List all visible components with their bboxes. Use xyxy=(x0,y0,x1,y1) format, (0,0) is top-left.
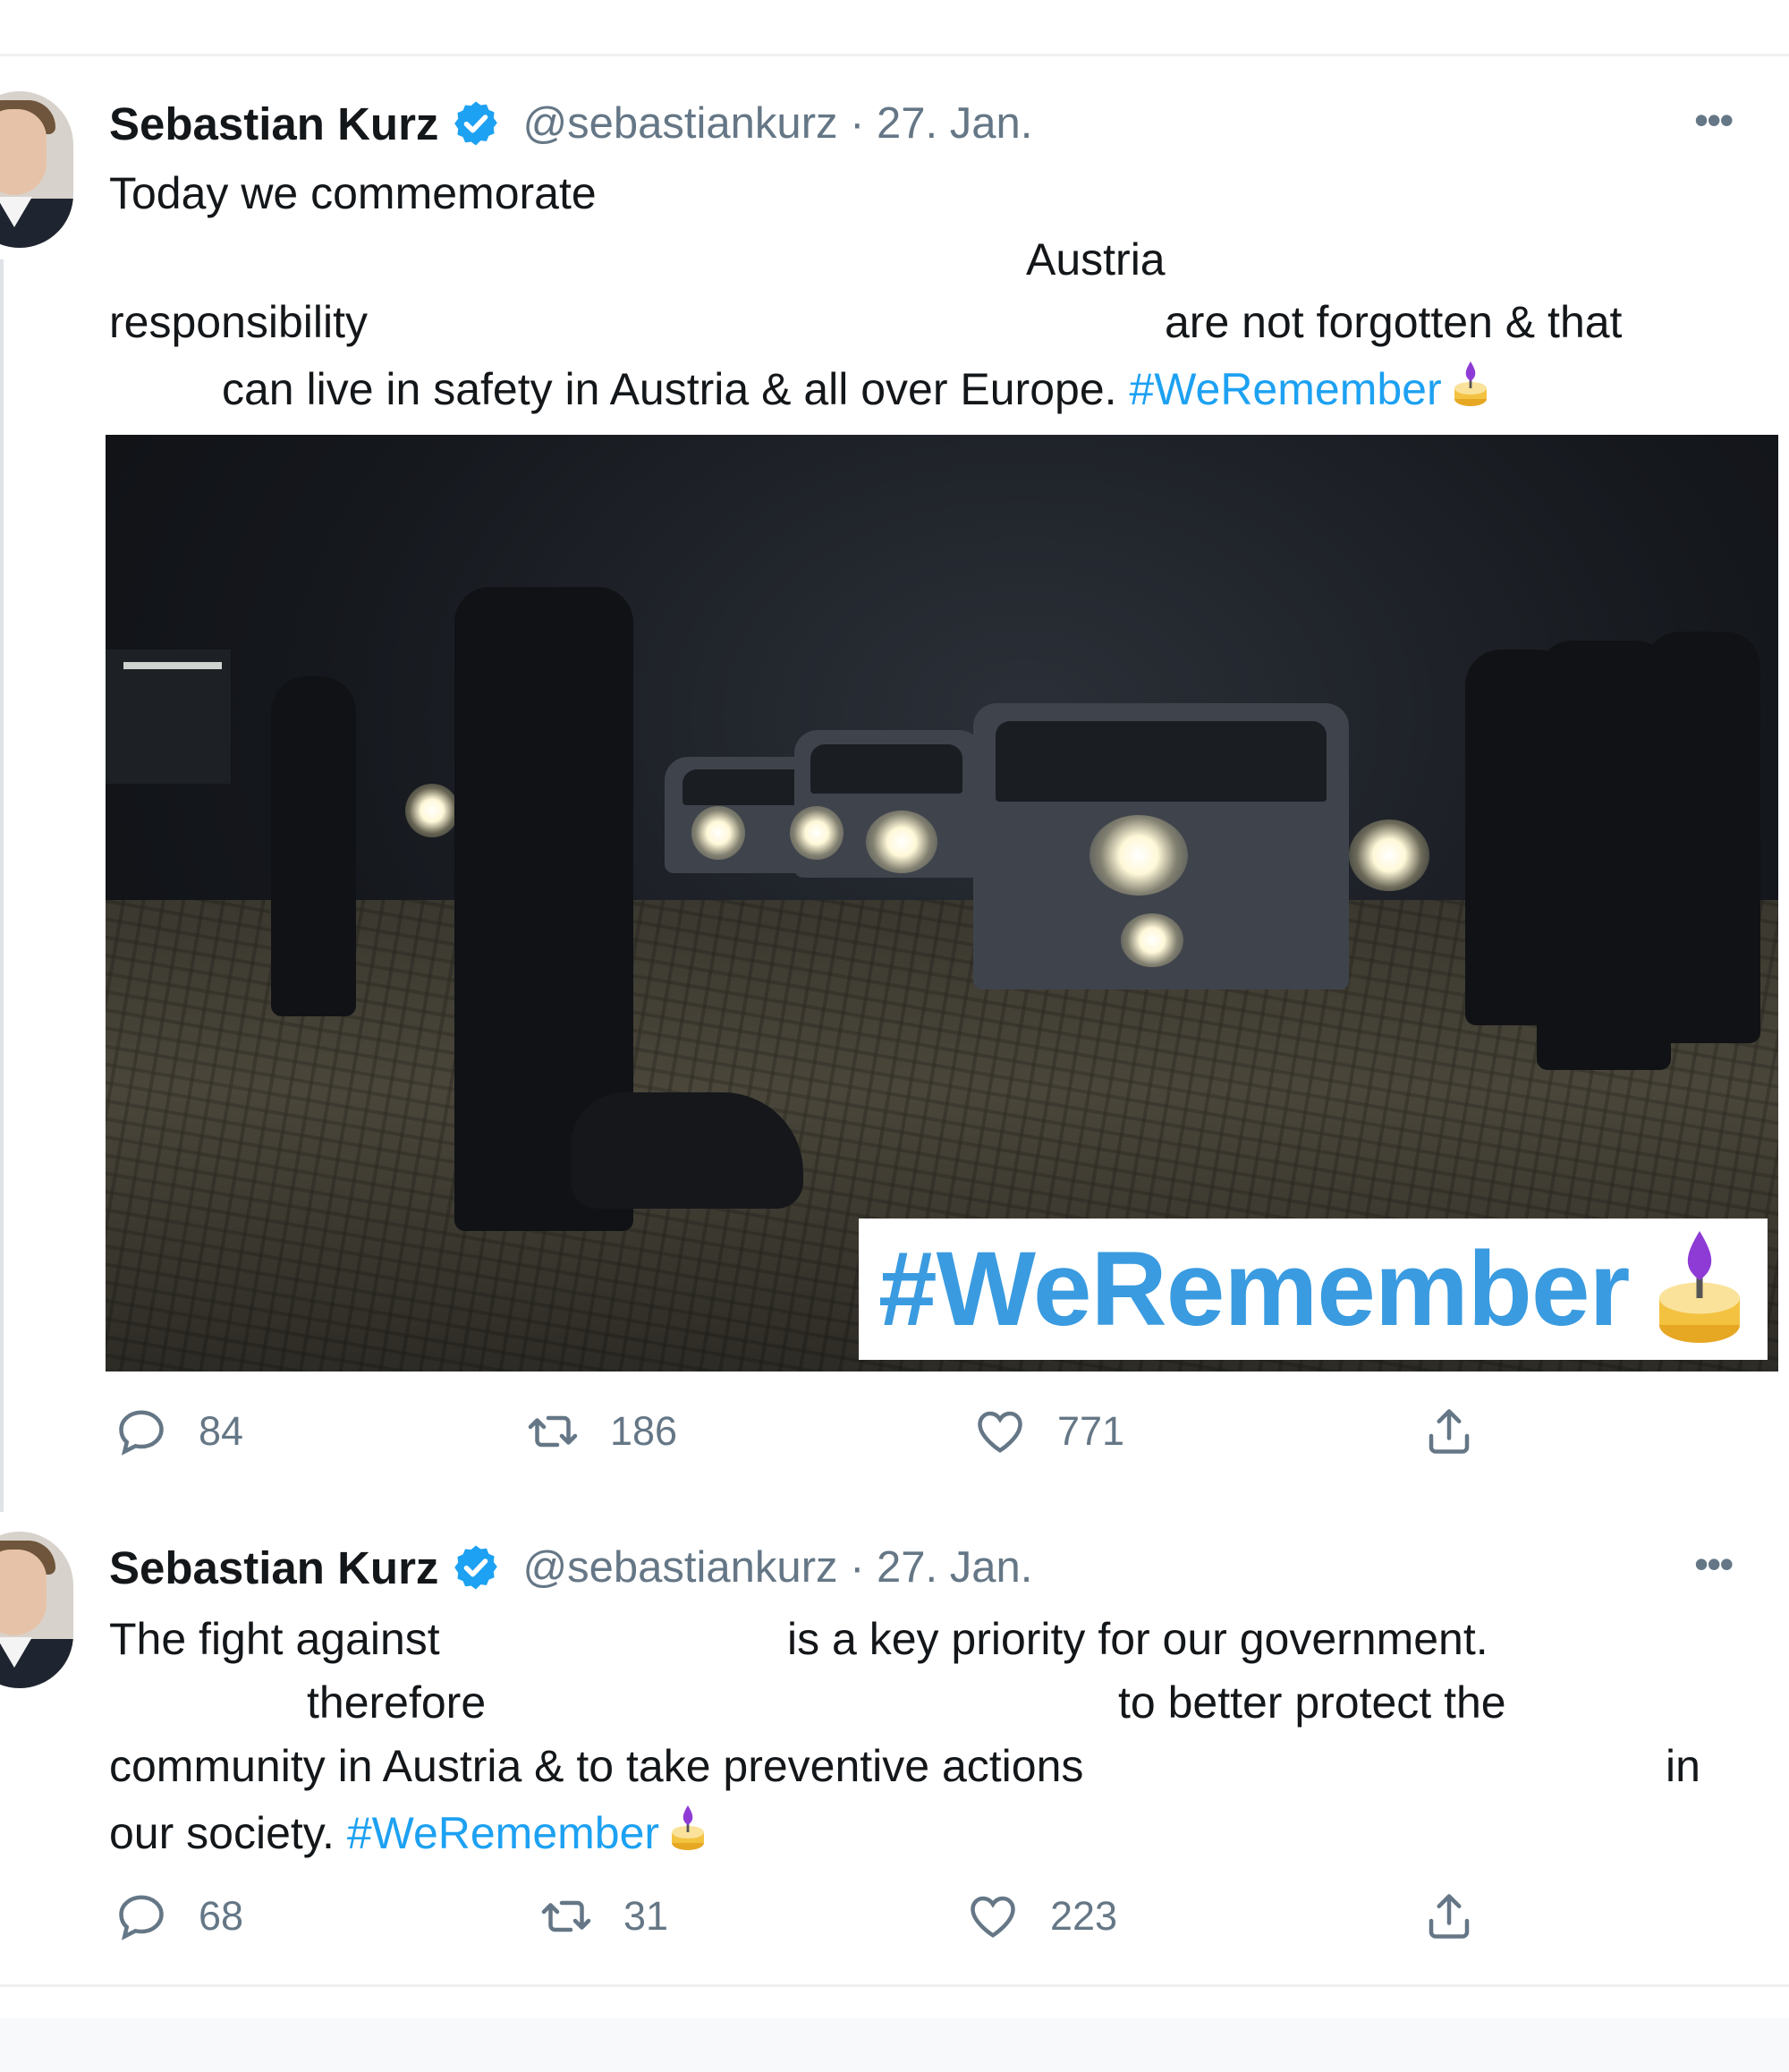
tweet-text-line: our society. #WeRemember xyxy=(109,1804,708,1860)
heart-icon xyxy=(978,1411,1022,1453)
like-count: 223 xyxy=(1050,1893,1118,1939)
share-button[interactable] xyxy=(1422,1889,1506,1943)
more-options-icon[interactable]: ••• xyxy=(1694,1543,1734,1584)
reply-icon xyxy=(119,1410,164,1456)
like-button[interactable]: 771 xyxy=(973,1405,1124,1458)
tweet-text-fragment: are not forgotten & that xyxy=(1165,297,1623,347)
handle-and-date[interactable]: @sebastiankurz · 27. Jan. xyxy=(522,98,1032,149)
tweet-text-fragment: Austria xyxy=(1026,234,1166,284)
verified-badge-icon xyxy=(454,101,498,146)
headlight xyxy=(1349,819,1429,891)
handle-and-date[interactable]: @sebastiankurz · 27. Jan. xyxy=(522,1542,1032,1592)
avatar[interactable] xyxy=(0,1532,73,1688)
share-icon xyxy=(1429,1409,1470,1454)
hashtag-link[interactable]: #WeRemember xyxy=(1129,364,1441,414)
tweet-text-fragment: therefore xyxy=(307,1677,487,1728)
hashtag-link[interactable]: #WeRemember xyxy=(347,1808,659,1858)
bottom-divider xyxy=(0,1984,1789,1987)
tweet-text-line: Today we commemorate xyxy=(109,168,597,218)
reply-count: 68 xyxy=(199,1893,244,1939)
image-hashtag-overlay: #WeRemember xyxy=(859,1219,1768,1360)
headlight xyxy=(405,784,459,837)
dog-silhouette xyxy=(571,1092,803,1209)
officer xyxy=(1644,632,1760,1043)
officer xyxy=(271,676,356,1016)
thread-connector-line xyxy=(0,259,4,1512)
candle-emoji-icon xyxy=(672,1805,705,1850)
tweet-text-fragment: our society. xyxy=(109,1808,335,1858)
like-count: 771 xyxy=(1057,1408,1125,1454)
tweet-text-fragment: community in Austria & to take preventiv… xyxy=(109,1741,1084,1791)
share-icon xyxy=(1429,1894,1470,1939)
tweet-text-fragment: is a key priority for our government. xyxy=(787,1614,1488,1664)
reply-button[interactable]: 68 xyxy=(114,1889,243,1943)
more-options-icon[interactable]: ••• xyxy=(1694,99,1734,140)
heart-icon xyxy=(971,1896,1015,1938)
headlight xyxy=(790,806,844,860)
tweet-actions: 84 186 771 xyxy=(106,1405,1501,1476)
avatar[interactable] xyxy=(0,91,73,248)
author-name[interactable]: Sebastian Kurz xyxy=(109,1541,438,1594)
tweet-text-fragment: to better protect the xyxy=(1118,1677,1506,1728)
reply-button[interactable]: 84 xyxy=(114,1405,243,1458)
retweet-count: 186 xyxy=(610,1408,678,1454)
reply-icon xyxy=(119,1895,164,1940)
headlight xyxy=(691,806,745,860)
candle-emoji-icon xyxy=(1659,1231,1741,1343)
headlight xyxy=(1090,815,1188,896)
tweet-text-fragment: can live in safety in Austria & all over… xyxy=(222,364,1117,414)
author-name[interactable]: Sebastian Kurz xyxy=(109,98,438,150)
headlight xyxy=(866,811,937,873)
retweet-count: 31 xyxy=(623,1893,669,1939)
retweet-icon xyxy=(528,1415,578,1448)
candle-emoji-icon xyxy=(1454,361,1487,406)
tweet-text-fragment: responsibility xyxy=(109,297,369,347)
overlay-hashtag-text: #WeRemember xyxy=(878,1230,1630,1348)
tweet-text-fragment: The fight against xyxy=(109,1614,440,1664)
tweet-text-line: can live in safety in Austria & all over… xyxy=(222,360,1490,416)
tweet-actions: 68 31 223 xyxy=(106,1889,1501,1961)
tweet-header: Sebastian Kurz @sebastiankurz · 27. Jan. xyxy=(109,1541,1032,1594)
tweet-text-fragment: in xyxy=(1666,1741,1700,1791)
retweet-button[interactable]: 31 xyxy=(539,1889,668,1943)
verified-badge-icon xyxy=(454,1545,498,1590)
headlight xyxy=(1121,913,1183,967)
top-divider xyxy=(0,54,1789,56)
building xyxy=(106,650,231,784)
reply-count: 84 xyxy=(199,1408,244,1454)
retweet-icon xyxy=(541,1900,591,1932)
tweet-header: Sebastian Kurz @sebastiankurz · 27. Jan. xyxy=(109,97,1032,150)
page-background-band xyxy=(0,2018,1789,2072)
retweet-button[interactable]: 186 xyxy=(526,1405,677,1458)
like-button[interactable]: 223 xyxy=(966,1889,1117,1943)
share-button[interactable] xyxy=(1422,1405,1506,1458)
